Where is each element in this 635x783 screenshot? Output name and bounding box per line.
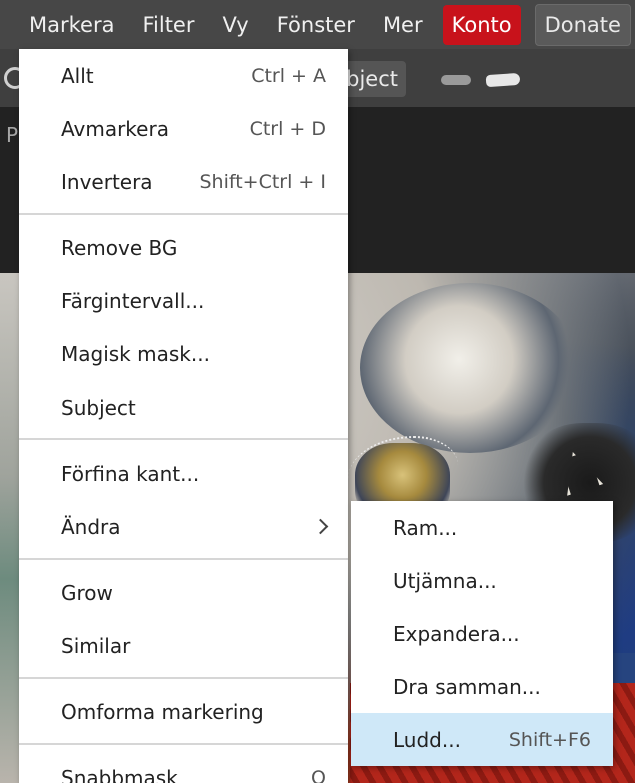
menu-item-similar[interactable]: Similar <box>19 619 348 672</box>
submenu-item-label: Dra samman... <box>393 674 541 699</box>
panel-label: P <box>6 123 19 147</box>
menu-item-grow[interactable]: Grow <box>19 566 348 619</box>
menu-item-label: Similar <box>61 633 131 658</box>
menu-separator <box>19 558 348 560</box>
menu-item-invertera[interactable]: Invertera Shift+Ctrl + I <box>19 155 348 208</box>
submenu-item-shortcut: Shift+F6 <box>508 728 591 751</box>
menu-markera[interactable]: Markera <box>0 0 128 49</box>
menu-vy[interactable]: Vy <box>208 0 262 49</box>
menu-item-label: Ändra <box>61 514 121 539</box>
submenu-item-label: Utjämna... <box>393 568 497 593</box>
menu-item-andra[interactable]: Ändra <box>19 500 348 553</box>
menu-item-label: Invertera <box>61 169 153 194</box>
submenu-item-label: Ram... <box>393 515 458 540</box>
menu-separator <box>19 438 348 440</box>
menu-item-label: Förfina kant... <box>61 461 200 486</box>
menu-item-snabbmask[interactable]: Snabbmask Q <box>19 751 348 783</box>
brush-size-large-icon[interactable] <box>485 72 521 88</box>
menu-separator <box>19 677 348 679</box>
account-button[interactable]: Konto <box>442 4 521 45</box>
menu-item-label: Avmarkera <box>61 116 169 141</box>
submenu-item-expandera[interactable]: Expandera... <box>351 607 613 660</box>
menu-separator <box>19 743 348 745</box>
photo-helmet-white <box>360 283 580 453</box>
chevron-right-icon <box>312 518 329 535</box>
menu-item-label: Remove BG <box>61 235 178 260</box>
menu-item-remove-bg[interactable]: Remove BG <box>19 221 348 274</box>
menu-item-shortcut: Shift+Ctrl + I <box>199 170 326 193</box>
menu-item-forfina-kant[interactable]: Förfina kant... <box>19 447 348 500</box>
menu-item-subject[interactable]: Subject <box>19 381 348 434</box>
submenu-item-dra-samman[interactable]: Dra samman... <box>351 660 613 713</box>
submenu-item-label: Expandera... <box>393 621 520 646</box>
menu-item-omforma-markering[interactable]: Omforma markering <box>19 685 348 738</box>
donate-button[interactable]: Donate <box>534 3 631 46</box>
canvas-edge <box>0 273 20 783</box>
menu-fonster[interactable]: Fönster <box>263 0 369 49</box>
menu-item-avmarkera[interactable]: Avmarkera Ctrl + D <box>19 102 348 155</box>
brush-size-small-icon[interactable] <box>441 75 471 85</box>
submenu-item-label: Ludd... <box>393 727 461 752</box>
menu-mer[interactable]: Mer <box>369 0 437 49</box>
menu-item-label: Subject <box>61 395 136 420</box>
menu-item-magisk-mask[interactable]: Magisk mask... <box>19 327 348 380</box>
menu-item-label: Färgintervall... <box>61 288 205 313</box>
menu-item-fargintervall[interactable]: Färgintervall... <box>19 274 348 327</box>
menu-item-label: Grow <box>61 580 113 605</box>
menu-item-label: Allt <box>61 63 94 88</box>
menu-item-shortcut: Ctrl + A <box>251 64 326 87</box>
menu-item-label: Omforma markering <box>61 699 264 724</box>
menu-bar: Markera Filter Vy Fönster Mer Konto Dona… <box>0 0 635 49</box>
selection-marquee <box>348 436 458 508</box>
menu-item-shortcut: Q <box>311 766 326 783</box>
menu-separator <box>19 213 348 215</box>
submenu-item-ludd[interactable]: Ludd... Shift+F6 <box>351 713 613 766</box>
menu-item-label: Snabbmask <box>61 765 178 783</box>
menu-item-label: Magisk mask... <box>61 341 210 366</box>
menu-item-allt[interactable]: Allt Ctrl + A <box>19 49 348 102</box>
select-dropdown-menu: Allt Ctrl + A Avmarkera Ctrl + D Inverte… <box>19 49 348 783</box>
menu-filter[interactable]: Filter <box>128 0 208 49</box>
submenu-item-ram[interactable]: Ram... <box>351 501 613 554</box>
submenu-item-utjamna[interactable]: Utjämna... <box>351 554 613 607</box>
menu-item-shortcut: Ctrl + D <box>249 117 326 140</box>
modify-submenu: Ram... Utjämna... Expandera... Dra samma… <box>351 501 613 766</box>
